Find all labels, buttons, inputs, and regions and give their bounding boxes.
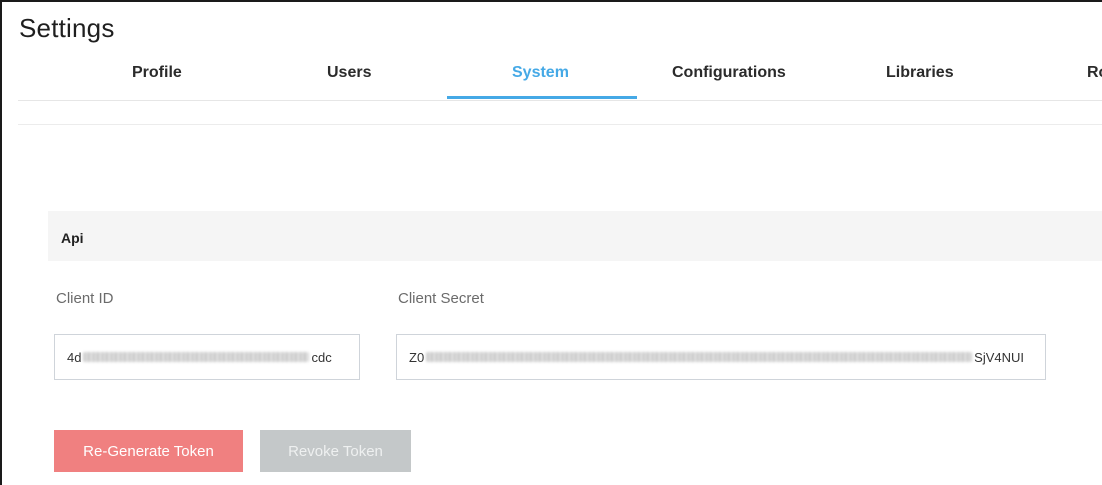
page-title: Settings [19, 13, 115, 43]
tab-libraries[interactable]: Libraries [886, 64, 954, 82]
tab-configurations[interactable]: Configurations [672, 64, 786, 82]
client-secret-value-end: SjV4NUI [974, 349, 1025, 365]
client-secret-redacted [426, 352, 973, 362]
client-id-field[interactable]: 4d cdc [54, 334, 360, 380]
api-section-title: Api [61, 230, 84, 246]
client-secret-label: Client Secret [398, 290, 484, 307]
settings-window: Settings Profile Users System Configurat… [0, 0, 1102, 485]
client-secret-field[interactable]: Z0 SjV4NUI [396, 334, 1046, 380]
tab-roles-truncated[interactable]: Ro [1087, 64, 1102, 82]
client-id-label: Client ID [56, 290, 114, 307]
tab-profile[interactable]: Profile [132, 64, 182, 82]
client-secret-value-start: Z0 [409, 349, 425, 365]
revoke-token-button[interactable]: Revoke Token [260, 430, 411, 472]
system-panel: Api Client ID Client Secret 4d cdc Z0 Sj… [18, 124, 1102, 485]
active-tab-indicator [447, 96, 637, 99]
regenerate-token-button[interactable]: Re-Generate Token [54, 430, 243, 472]
client-id-value-end: cdc [311, 349, 332, 365]
client-id-redacted [83, 352, 310, 362]
api-section-header: Api [48, 211, 1102, 261]
settings-tabs: Profile Users System Configurations Libr… [18, 60, 1102, 101]
client-id-value-start: 4d [67, 349, 82, 365]
tab-system[interactable]: System [512, 64, 569, 82]
tab-users[interactable]: Users [327, 64, 371, 82]
